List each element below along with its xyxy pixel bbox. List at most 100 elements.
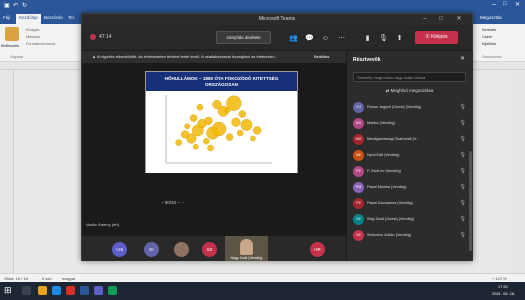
find-item[interactable]: Keresés [482, 28, 496, 32]
participant-name: Nyuli Edit (Vendég) [367, 153, 400, 157]
slide-navigation[interactable]: ‹ 30/33 › ⋯ [162, 200, 185, 206]
chart-bubble [250, 135, 256, 142]
take-control-button[interactable]: Irányítás átvétele [216, 31, 271, 44]
participant-name: Sinkovics Zoltán (Vendég) [367, 233, 412, 237]
chart-bubble [240, 119, 253, 131]
chat-icon[interactable]: 💬 [304, 33, 315, 44]
participant-row[interactable]: PZ Pápai Zsuzsanna (Vendég) 🎙 [353, 197, 468, 211]
teams-minimize-icon[interactable]: – [418, 14, 432, 25]
leave-button[interactable]: ✆ Kilépés [415, 31, 458, 44]
mic-muted-icon: 🎙 [459, 216, 466, 222]
paste-icon[interactable] [5, 27, 19, 41]
tab-design[interactable]: Ter [68, 15, 74, 20]
word-statusbar: Oldal: 18 / 18 0 szó magyar + 110 % [0, 273, 525, 282]
participant-row[interactable]: NE Nyuli Edit (Vendég) 🎙 [353, 149, 468, 163]
mic-icon[interactable]: 🎙 [378, 33, 389, 44]
participant-avatar: SZ [353, 230, 364, 241]
share-invite-button[interactable]: ⇄ Meghívó megosztása [353, 86, 466, 96]
vertical-scrollbar[interactable] [511, 70, 525, 274]
next-slide-icon[interactable]: › ⋯ [177, 200, 184, 205]
mic-muted-icon: 🎙 [459, 152, 466, 158]
tab-insert[interactable]: Beszúrás [44, 15, 63, 20]
participant-row[interactable]: PM Pápai Mónika (Vendég) 🎙 [353, 181, 468, 195]
more-options-icon[interactable]: ⋯ [336, 33, 347, 44]
mic-muted-icon: 🎙 [459, 104, 466, 110]
word-taskbar-icon[interactable] [80, 286, 89, 295]
undo-icon[interactable]: ↶ [13, 2, 18, 9]
zoom-level[interactable]: + 110 % [492, 276, 507, 281]
clock-date[interactable]: 2021. 06. 16. [492, 291, 515, 296]
copy-item[interactable]: Másolás [26, 35, 40, 39]
chart-bubble [189, 114, 198, 122]
participant-row[interactable]: RJ Rózsa Jegyző (Guest) (Vendég) 🎙 [353, 101, 468, 115]
share-button[interactable]: Megosztás [480, 15, 502, 20]
participant-name: Sági Zsolt (Guest) (Vendég) [367, 217, 415, 221]
participant-row[interactable]: MÖ Mecőgazdasági Ösztrováll (V... 🎙 [353, 133, 468, 147]
reactions-icon[interactable]: ☺ [320, 33, 331, 44]
participant-avatar: NE [353, 150, 364, 161]
teams-titlebar: Microsoft Teams [82, 14, 472, 25]
redo-icon[interactable]: ↻ [22, 2, 27, 9]
camera-icon[interactable]: ▮ [362, 33, 373, 44]
participant-avatar[interactable]: HR [310, 242, 325, 257]
edge-icon[interactable] [52, 286, 61, 295]
participant-row[interactable]: SZ Sági Zsolt (Guest) (Vendég) 🎙 [353, 213, 468, 227]
chrome-icon[interactable] [66, 286, 75, 295]
minimize-icon[interactable]: – [492, 1, 496, 8]
windows-start-icon[interactable]: ⊞ [4, 285, 12, 296]
participant-name: Rózsa Jegyző (Guest) (Vendég) [367, 105, 422, 109]
teams-maximize-icon[interactable]: □ [434, 14, 448, 25]
chart-bubble [231, 117, 241, 127]
search-icon[interactable] [22, 286, 31, 295]
overflow-participants-avatar[interactable]: +26 [112, 242, 127, 257]
clock-time[interactable]: 17:51 [498, 284, 508, 289]
chart-bubble [225, 133, 234, 141]
panel-close-icon[interactable]: ✕ [460, 55, 465, 62]
language: magyar [62, 276, 76, 281]
leave-label: Kilépés [431, 34, 448, 40]
share-screen-icon[interactable]: ⬆ [394, 33, 405, 44]
tab-home[interactable]: Kezdőlap [16, 14, 41, 24]
file-explorer-icon[interactable] [38, 286, 47, 295]
select-item[interactable]: Kijelölés [482, 42, 496, 46]
participant-photo-avatar[interactable] [174, 242, 189, 257]
meeting-timer: 47:14 [99, 34, 112, 40]
participant-avatar[interactable]: SZ [202, 242, 217, 257]
panel-scrollbar[interactable] [469, 151, 472, 251]
format-painter-item[interactable]: Formátummásoló [26, 42, 56, 46]
save-icon[interactable]: ▣ [4, 2, 10, 9]
taskbar: ⊞ 17:51 2021. 06. 16. [0, 282, 525, 300]
participant-row[interactable]: PZ P. Zsolt ev (Vendég) 🎙 [353, 165, 468, 179]
video-person [240, 239, 253, 255]
participant-name: Mecőgazdasági Ösztrováll (V... [367, 137, 420, 141]
participant-row[interactable]: SZ Sinkovics Zoltán (Vendég) 🎙 [353, 229, 468, 243]
mic-muted-icon: 🎙 [459, 232, 466, 238]
shared-slide: HŐHULLÁMOK – 1880 ÓTA FOKOZÓDÓ KITETTSÉG… [145, 71, 298, 173]
close-icon[interactable]: ✕ [515, 1, 520, 8]
banner-settings-link[interactable]: Beállítás [314, 51, 329, 63]
teams-close-icon[interactable]: ✕ [452, 14, 466, 25]
maximize-icon[interactable]: □ [503, 1, 507, 7]
slide-title: HŐHULLÁMOK – 1880 ÓTA FOKOZÓDÓ KITETTSÉG… [146, 72, 297, 91]
chart-bubble [184, 123, 190, 130]
tab-file[interactable]: Fájl [3, 15, 10, 20]
participants-icon[interactable]: 👥 [288, 33, 299, 44]
invite-search-input[interactable]: Személy meghívása vagy szám tárcsá [353, 72, 466, 82]
banner-text: A rögzítés elkezdődött. Az értekezleten … [96, 54, 278, 59]
chart-bubble [204, 116, 213, 125]
participant-name: Pápai Mónika (Vendég) [367, 185, 407, 189]
chart-bubble [253, 126, 262, 135]
teams-taskbar-icon[interactable] [94, 286, 103, 295]
participant-name: P. Zsolt ev (Vendég) [367, 169, 401, 173]
participant-avatar: PZ [353, 166, 364, 177]
presenter-label: Vadóc Ámeny (ért) [86, 222, 119, 227]
app-taskbar-icon[interactable] [108, 286, 117, 295]
participant-avatar[interactable]: KI [144, 242, 159, 257]
replace-item[interactable]: Csere [482, 35, 492, 39]
cut-item[interactable]: Kivágás [26, 28, 40, 32]
chart-bubble [226, 95, 242, 111]
participant-video-tile[interactable]: Nagy Zsolt (Vendég) [225, 236, 268, 261]
teams-window: Microsoft Teams – □ ✕ 47:14 Irányítás át… [81, 13, 473, 261]
mic-muted-icon: 🎙 [459, 168, 466, 174]
participant-row[interactable]: MV Marika (Vendég) 🎙 [353, 117, 468, 131]
